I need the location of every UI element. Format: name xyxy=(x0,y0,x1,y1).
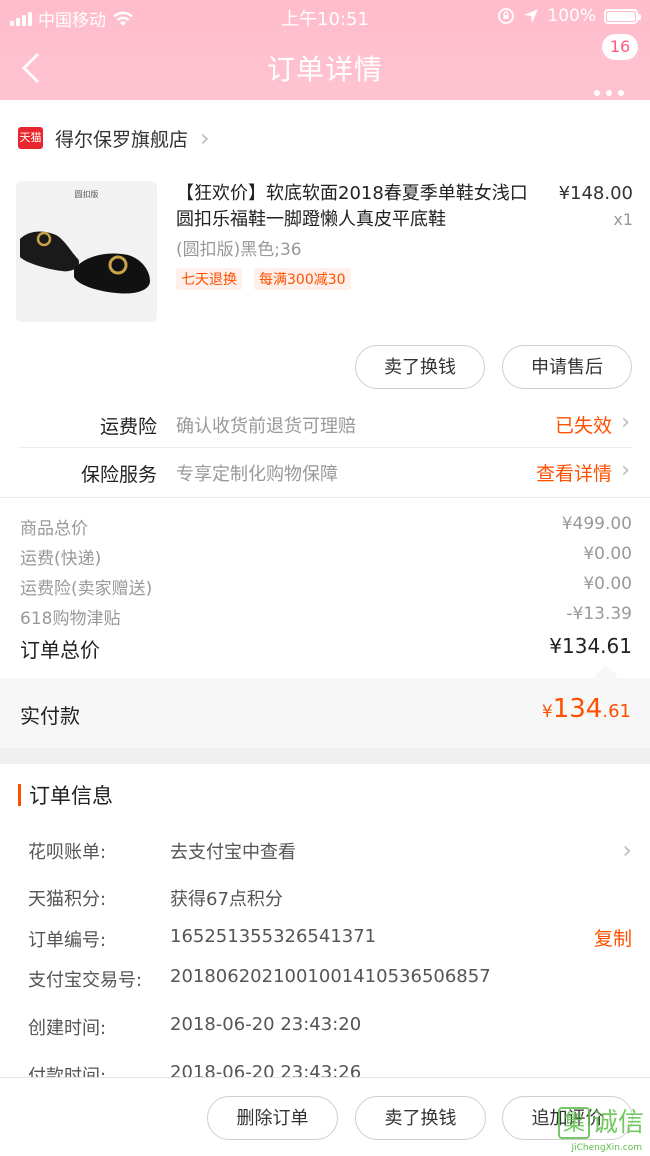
divider xyxy=(0,497,650,498)
summary-label: 运费险(卖家赠送) xyxy=(20,579,153,599)
info-value: 2018-06-20 23:43:20 xyxy=(170,1014,362,1035)
ins-status: 已失效 xyxy=(554,415,612,437)
shop-row[interactable]: 天猫 得尔保罗旗舰店 › xyxy=(18,120,210,156)
paid-amount: ¥134.61 xyxy=(541,694,631,724)
ins-label: 运费险 xyxy=(99,416,157,438)
order-total-value: ¥134.61 xyxy=(549,634,632,658)
product-quantity: x1 xyxy=(613,210,633,229)
chevron-right-icon: › xyxy=(621,458,630,483)
summary-value: ¥0.00 xyxy=(583,574,632,594)
orientation-lock-icon xyxy=(498,8,515,24)
insurance-service-row[interactable]: 保险服务 专享定制化购物保障 查看详情 › xyxy=(0,448,650,496)
order-total-label: 订单总价 xyxy=(20,638,100,662)
product-image-brand: 圆扣版 xyxy=(74,190,99,199)
after-sale-button[interactable]: 申请售后 xyxy=(502,345,632,389)
info-value: 2018062021001001410536506857 xyxy=(170,966,491,987)
chevron-right-icon: › xyxy=(200,124,210,152)
section-gap xyxy=(0,748,650,764)
summary-row: 618购物津贴 -¥13.39 xyxy=(20,602,632,630)
product-price: ¥148.00 xyxy=(558,183,633,204)
summary-row: 商品总价 ¥499.00 xyxy=(20,512,632,540)
alipay-trade-row: 支付宝交易号: 2018062021001001410536506857 xyxy=(28,964,632,994)
summary-value: ¥499.00 xyxy=(561,514,632,534)
paid-label: 实付款 xyxy=(20,704,80,728)
ins-label: 保险服务 xyxy=(80,464,157,486)
info-key: 创建时间: xyxy=(28,1018,107,1039)
order-total-row: 订单总价 ¥134.61 xyxy=(20,632,632,664)
summary-label: 运费(快递) xyxy=(20,549,102,569)
chevron-right-icon: › xyxy=(622,836,632,864)
resell-button[interactable]: 卖了换钱 xyxy=(355,1096,486,1140)
summary-row: 运费(快递) ¥0.00 xyxy=(20,542,632,570)
delete-order-button[interactable]: 删除订单 xyxy=(207,1096,338,1140)
message-badge: 16 xyxy=(602,34,638,60)
summary-value: ¥0.00 xyxy=(583,544,632,564)
watermark-url: JiChengXin.com xyxy=(571,1143,642,1153)
watermark-icon: 集 xyxy=(557,1107,590,1139)
info-key: 支付宝交易号: xyxy=(28,970,143,991)
resell-button[interactable]: 卖了换钱 xyxy=(355,345,485,389)
ins-desc: 确认收货前退货可理赔 xyxy=(176,416,356,437)
created-time-row: 创建时间: 2018-06-20 23:43:20 xyxy=(28,1012,632,1042)
order-info-header: 订单信息 xyxy=(18,782,113,808)
header: 中国移动 上午10:51 100% 订单详情 16 xyxy=(0,0,650,108)
shop-name: 得尔保罗旗舰店 xyxy=(55,128,189,151)
order-number-row: 订单编号: 165251355326541371 复制 xyxy=(28,924,632,954)
more-icon xyxy=(594,90,624,96)
battery-percent: 100% xyxy=(547,6,596,26)
ins-status: 查看详情 xyxy=(535,463,612,485)
product-title[interactable]: 【狂欢价】软底软面2018春夏季单鞋女浅口圆扣乐福鞋一脚蹬懒人真皮平底鞋 xyxy=(176,181,536,233)
more-menu-button[interactable] xyxy=(594,62,630,108)
nav-bar: 订单详情 16 xyxy=(0,32,650,108)
info-value: 去支付宝中查看 xyxy=(170,842,296,863)
summary-value: -¥13.39 xyxy=(566,604,632,624)
info-key: 花呗账单: xyxy=(28,842,107,863)
info-key: 天猫积分: xyxy=(28,889,107,910)
tag-return: 七天退换 xyxy=(176,268,242,290)
freight-insurance-row[interactable]: 运费险 确认收货前退货可理赔 已失效 › xyxy=(0,400,650,448)
tmall-icon: 天猫 xyxy=(18,127,43,149)
paid-row: 实付款 ¥134.61 xyxy=(0,678,650,748)
chevron-right-icon: › xyxy=(621,410,630,435)
order-number: 165251355326541371 xyxy=(170,926,377,947)
tag-promo: 每满300减30 xyxy=(254,268,351,290)
summary-label: 商品总价 xyxy=(20,519,88,539)
page-title: 订单详情 xyxy=(266,53,383,86)
product-tags: 七天退换 每满300减30 xyxy=(176,268,351,290)
info-key: 订单编号: xyxy=(28,930,107,951)
ins-desc: 专享定制化购物保障 xyxy=(176,464,338,485)
watermark-logo: 集 诚信 xyxy=(557,1102,644,1139)
product-sku: (圆扣版)黑色;36 xyxy=(176,240,302,260)
summary-row: 运费险(卖家赠送) ¥0.00 xyxy=(20,572,632,600)
location-icon xyxy=(524,9,539,23)
watermark-text: 诚信 xyxy=(591,1108,644,1138)
copy-button[interactable]: 复制 xyxy=(594,924,632,951)
summary-label: 618购物津贴 xyxy=(20,609,121,629)
info-value: 获得67点积分 xyxy=(170,889,283,910)
loafer-shoes-image xyxy=(20,231,150,294)
huabei-row[interactable]: 花呗账单: 去支付宝中查看 › xyxy=(28,836,632,866)
points-row: 天猫积分: 获得67点积分 xyxy=(28,883,632,913)
battery-icon xyxy=(604,8,641,24)
product-image[interactable]: 圆扣版 xyxy=(16,181,157,322)
status-bar: 中国移动 上午10:51 100% xyxy=(0,0,650,32)
order-info-title: 订单信息 xyxy=(29,784,113,808)
